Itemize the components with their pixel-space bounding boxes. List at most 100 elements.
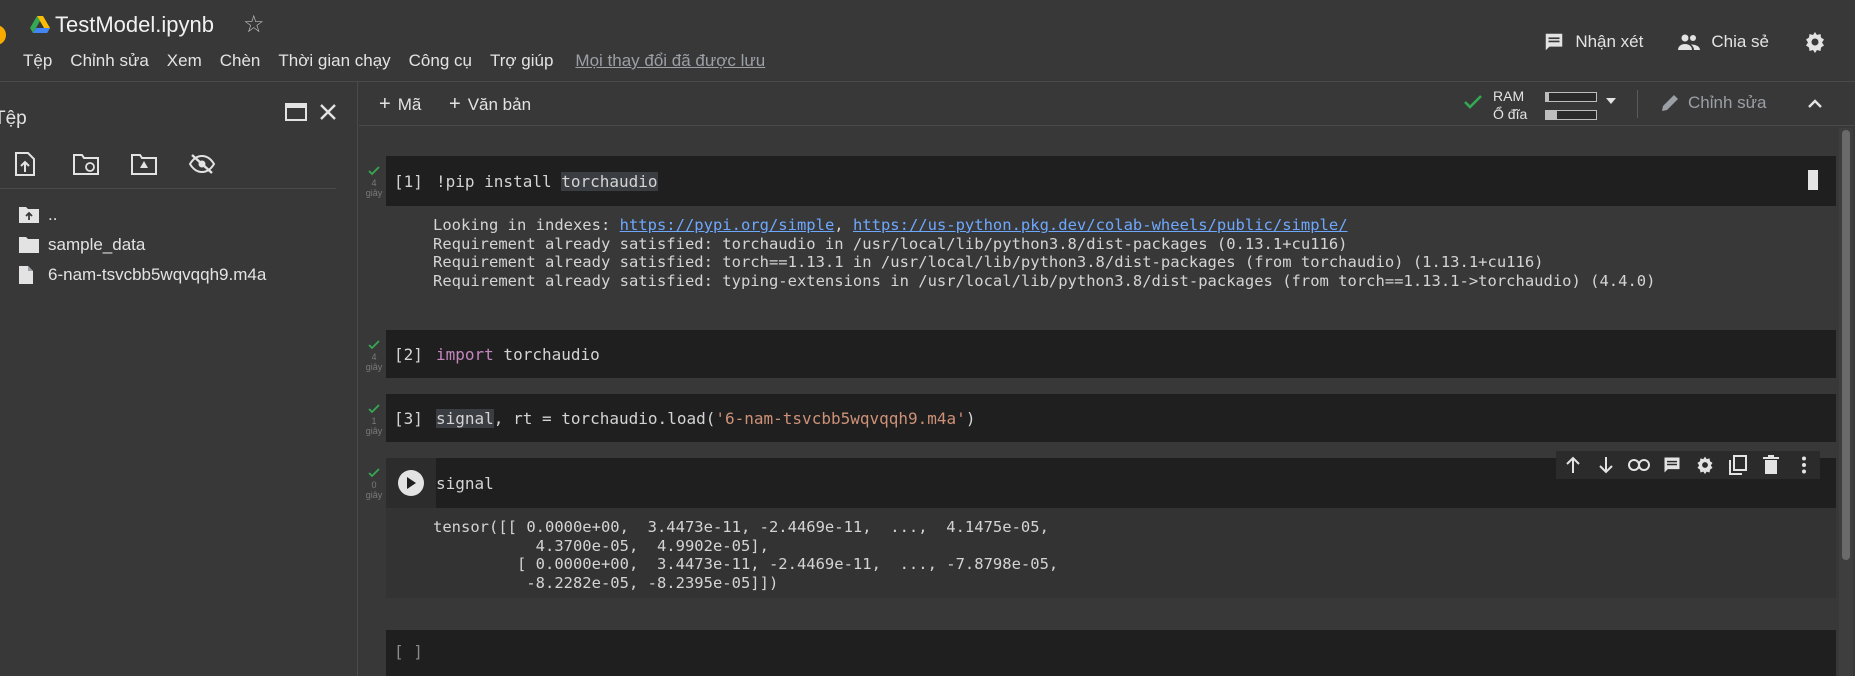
menu-help[interactable]: Trợ giúp — [490, 51, 553, 71]
code-keyword: import — [436, 344, 494, 364]
upload-file-button[interactable] — [10, 148, 68, 180]
copy-link-button[interactable] — [1624, 451, 1654, 479]
sidebar-divider — [0, 188, 336, 189]
colab-logo[interactable] — [0, 25, 6, 45]
code-text: , rt = torchaudio.load( — [493, 408, 716, 428]
add-comment-button[interactable] — [1657, 451, 1687, 479]
cell-status: 1 giây — [363, 404, 385, 436]
open-in-window-icon[interactable] — [284, 102, 308, 122]
code-cell[interactable]: 4 giây [2] import torchaudio — [366, 330, 1836, 378]
comment-icon — [1664, 457, 1679, 473]
saved-status-link[interactable]: Mọi thay đổi đã được lưu — [575, 51, 765, 71]
exec-time-unit: giây — [365, 188, 383, 198]
arrow-down-icon — [1598, 457, 1613, 474]
drive-folder-icon — [131, 154, 157, 175]
eye-off-icon — [188, 154, 216, 174]
execution-count: [3] — [394, 408, 423, 428]
files-sidebar: Tệp .. sample_data 6-nam-tsvcbb5wqvqqh9.… — [0, 82, 358, 676]
add-code-button[interactable]: + Mã — [379, 93, 421, 116]
ram-label: RAM — [1493, 88, 1525, 104]
move-up-button[interactable] — [1558, 451, 1588, 479]
notebook-area: + Mã + Văn bản RAM Ổ đĩa Chỉnh sửa 4 giây … — [359, 82, 1855, 676]
check-icon — [368, 340, 380, 350]
add-text-button[interactable]: + Văn bản — [449, 93, 531, 116]
code-line: signal, rt = torchaudio.load('6-nam-tsvc… — [436, 408, 976, 428]
pencil-icon — [1662, 95, 1678, 111]
code-editor[interactable]: [3] signal, rt = torchaudio.load('6-nam-… — [386, 394, 1836, 442]
run-cell-button[interactable] — [386, 458, 436, 508]
comment-label: Nhận xét — [1575, 32, 1644, 51]
file-list: .. sample_data 6-nam-tsvcbb5wqvqqh9.m4a — [18, 200, 266, 290]
add-text-label: Văn bản — [467, 94, 532, 114]
edit-mode-button[interactable]: Chỉnh sửa — [1660, 93, 1766, 113]
more-actions-button[interactable] — [1789, 451, 1819, 479]
output-link[interactable]: https://us-python.pkg.dev/colab-wheels/p… — [853, 216, 1348, 234]
output-text: Looking in indexes: — [433, 216, 620, 234]
exec-time-unit: giây — [365, 426, 383, 436]
ram-bar — [1545, 92, 1597, 102]
folder-refresh-icon — [73, 154, 99, 175]
file-item-audio[interactable]: 6-nam-tsvcbb5wqvqqh9.m4a — [18, 260, 266, 290]
file-item-label: 6-nam-tsvcbb5wqvqqh9.m4a — [48, 265, 267, 284]
move-down-button[interactable] — [1591, 451, 1621, 479]
share-button[interactable]: Chia sẻ — [1677, 32, 1769, 52]
comment-button[interactable]: Nhận xét — [1543, 31, 1643, 53]
code-cell[interactable]: 4 giây [1] !pip install torchaudio Looki… — [366, 156, 1836, 322]
cell-status: 4 giây — [363, 166, 385, 198]
code-editor[interactable]: [ ] — [386, 630, 1836, 676]
folder-icon — [18, 236, 48, 254]
code-cell[interactable]: 1 giây [3] signal, rt = torchaudio.load(… — [366, 394, 1836, 442]
menu-view[interactable]: Xem — [167, 51, 202, 71]
output-line: Requirement already satisfied: torch==1.… — [433, 253, 1544, 271]
check-icon — [368, 404, 380, 414]
code-highlight: signal — [436, 408, 494, 428]
mirror-cell-icon — [1728, 455, 1747, 475]
delete-cell-button[interactable] — [1756, 451, 1786, 479]
star-icon[interactable]: ☆ — [243, 10, 265, 39]
chevron-up-icon[interactable] — [1805, 94, 1825, 114]
check-icon — [368, 166, 380, 176]
file-item-parent[interactable]: .. — [18, 200, 266, 230]
chevron-down-icon[interactable] — [1604, 96, 1618, 106]
cell-output: Looking in indexes: https://pypi.org/sim… — [386, 206, 1836, 322]
execution-count: [2] — [394, 344, 423, 364]
execution-count: [1] — [394, 171, 423, 191]
close-icon[interactable] — [317, 101, 339, 123]
gear-icon — [1697, 456, 1712, 475]
cell-output: tensor([[ 0.0000e+00, 3.4473e-11, -2.446… — [386, 508, 1836, 598]
output-link[interactable]: https://pypi.org/simple — [620, 216, 835, 234]
menu-tools[interactable]: Công cụ — [409, 51, 472, 71]
code-editor[interactable]: [2] import torchaudio — [386, 330, 1836, 378]
resource-monitor[interactable]: RAM Ổ đĩa — [1463, 86, 1623, 122]
folder-up-icon — [18, 206, 48, 224]
menu-edit[interactable]: Chỉnh sửa — [70, 51, 148, 71]
cell-settings-button[interactable] — [1690, 451, 1720, 479]
output-line: Requirement already satisfied: typing-ex… — [433, 271, 1656, 290]
plus-icon: + — [449, 93, 461, 115]
file-item-sample-data[interactable]: sample_data — [18, 230, 266, 260]
scrollbar-thumb[interactable] — [1842, 130, 1850, 560]
code-cell-active[interactable]: 0 giây signal tensor([[ 0.0000e+00, 3.44… — [366, 458, 1836, 598]
refresh-button[interactable] — [68, 148, 126, 180]
menu-insert[interactable]: Chèn — [220, 51, 261, 71]
cell-status: 0 giây — [363, 468, 385, 500]
gear-icon[interactable] — [1803, 30, 1827, 54]
file-icon — [18, 265, 48, 285]
notebook-toolbar: + Mã + Văn bản RAM Ổ đĩa Chỉnh sửa — [359, 82, 1855, 126]
header-actions: Nhận xét Chia sẻ — [1543, 22, 1855, 62]
code-editor[interactable]: [1] !pip install torchaudio — [386, 156, 1836, 206]
mount-drive-button[interactable] — [126, 148, 184, 180]
code-text: ) — [965, 408, 976, 428]
menu-runtime[interactable]: Thời gian chạy — [278, 51, 390, 71]
menu-file[interactable]: Tệp — [23, 51, 52, 71]
play-icon — [398, 470, 424, 496]
mirror-cell-button[interactable] — [1723, 451, 1753, 479]
exec-time: 0 — [371, 480, 377, 490]
trash-icon — [1762, 455, 1779, 474]
toggle-hidden-button[interactable] — [184, 148, 242, 180]
code-cell[interactable]: [ ] — [386, 630, 1836, 676]
comment-icon — [1546, 33, 1563, 51]
cell-toolbar — [1556, 451, 1820, 479]
output-line: Requirement already satisfied: torchaudi… — [433, 234, 1348, 253]
notebook-title[interactable]: TestModel.ipynb — [55, 12, 214, 38]
